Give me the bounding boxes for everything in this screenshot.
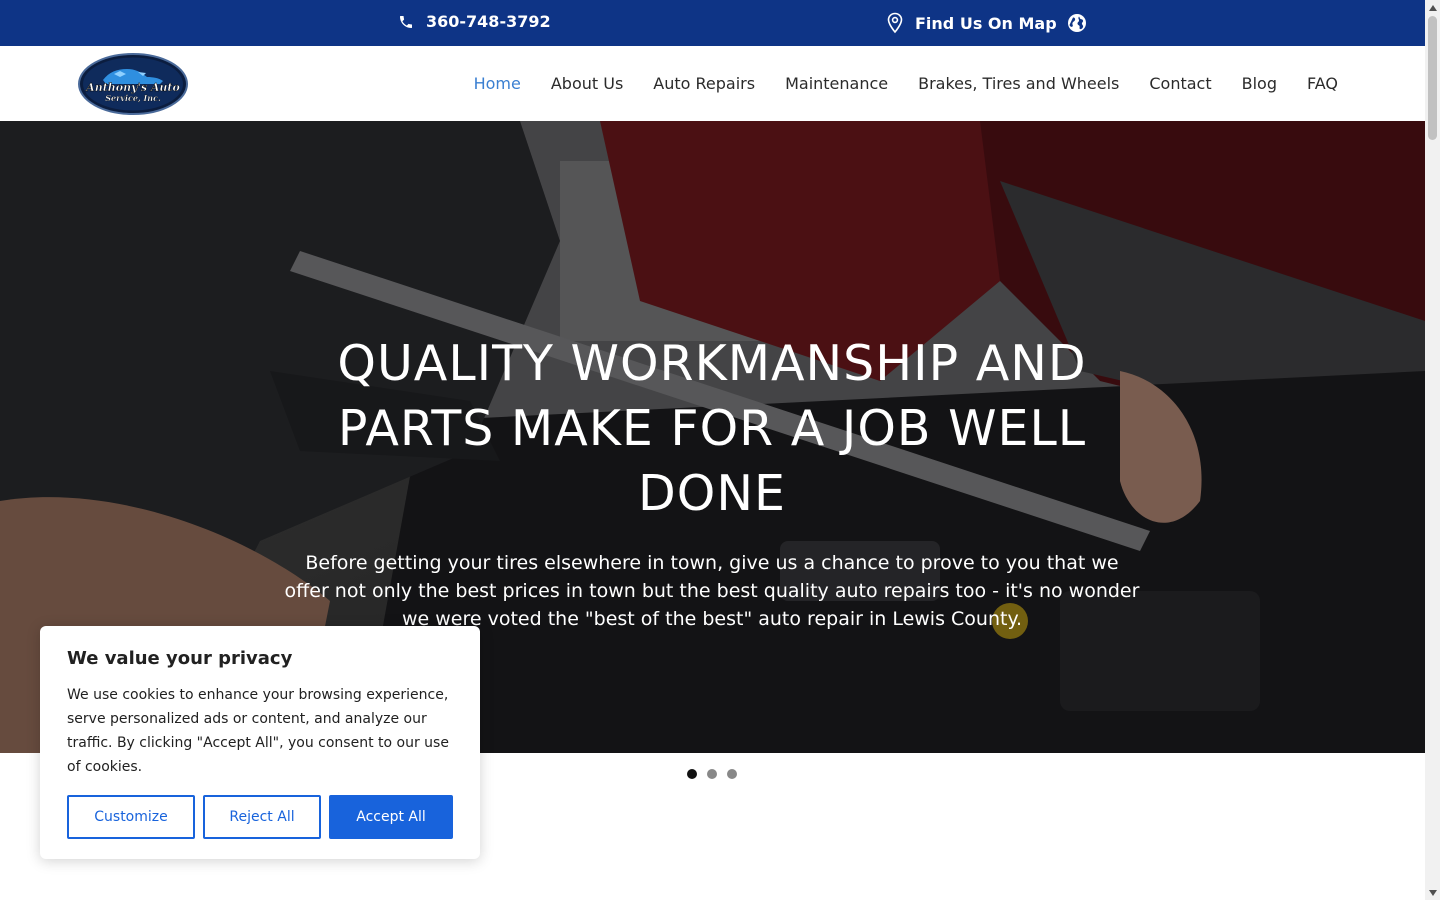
map-pin-icon <box>885 12 905 34</box>
site-header: Anthony's Auto Service, Inc. Home About … <box>0 46 1425 121</box>
phone-number: 360-748-3792 <box>426 12 551 31</box>
top-bar: 360-748-3792 Find Us On Map <box>0 0 1425 46</box>
slider-dot-2[interactable] <box>707 769 717 779</box>
cookie-body: We use cookies to enhance your browsing … <box>67 687 449 775</box>
nav-home[interactable]: Home <box>474 74 521 93</box>
nav-contact[interactable]: Contact <box>1149 74 1211 93</box>
phone-link[interactable]: 360-748-3792 <box>398 12 551 31</box>
main-nav: Home About Us Auto Repairs Maintenance B… <box>474 46 1338 121</box>
nav-blog[interactable]: Blog <box>1242 74 1277 93</box>
logo-line2: Service, Inc. <box>105 93 161 103</box>
slider-dot-3[interactable] <box>727 769 737 779</box>
scroll-down-arrow-icon[interactable] <box>1425 885 1440 900</box>
reject-all-button[interactable]: Reject All <box>203 795 321 839</box>
globe-icon <box>1067 13 1087 33</box>
nav-faq[interactable]: FAQ <box>1307 74 1338 93</box>
nav-about-us[interactable]: About Us <box>551 74 623 93</box>
find-us-on-map-link[interactable]: Find Us On Map <box>885 12 1087 34</box>
scroll-up-arrow-icon[interactable] <box>1425 0 1440 15</box>
nav-brakes-tires-wheels[interactable]: Brakes, Tires and Wheels <box>918 74 1119 93</box>
hero-subtitle: Before getting your tires elsewhere in t… <box>284 552 1140 630</box>
map-link-label: Find Us On Map <box>915 13 1057 33</box>
cookie-consent-banner: We value your privacy We use cookies to … <box>40 626 480 859</box>
nav-auto-repairs[interactable]: Auto Repairs <box>653 74 755 93</box>
page-scrollbar[interactable] <box>1425 0 1440 900</box>
scrollbar-thumb[interactable] <box>1428 16 1437 140</box>
nav-maintenance[interactable]: Maintenance <box>785 74 888 93</box>
hero-title: QUALITY WORKMANSHIP AND PARTS MAKE FOR A… <box>337 335 1087 522</box>
accept-all-button[interactable]: Accept All <box>329 795 453 839</box>
slider-dot-1[interactable] <box>687 769 697 779</box>
cookie-title: We value your privacy <box>67 648 293 669</box>
customize-button[interactable]: Customize <box>67 795 195 839</box>
phone-icon <box>398 14 414 30</box>
site-logo[interactable]: Anthony's Auto Service, Inc. <box>78 53 188 115</box>
slider-dots <box>687 769 737 779</box>
